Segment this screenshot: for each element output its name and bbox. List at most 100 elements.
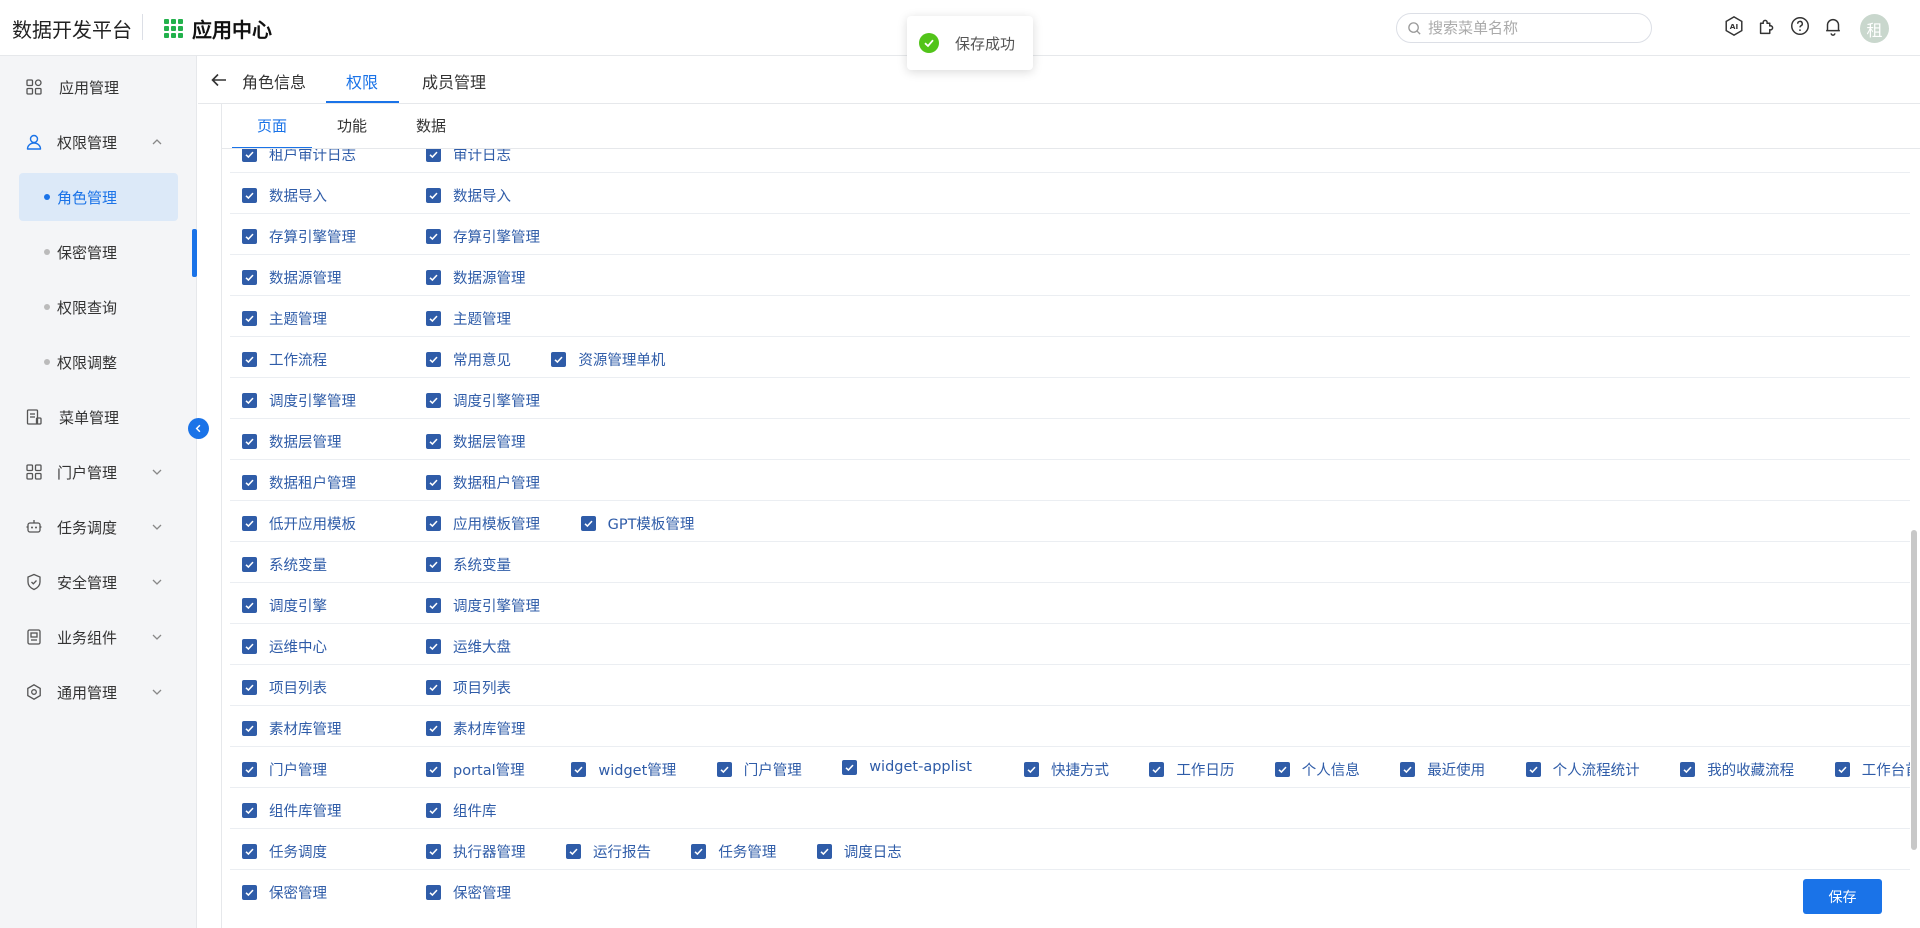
checkbox-checked-icon[interactable] (1149, 762, 1165, 777)
sidebar-item-portal-management[interactable]: 门户管理 (0, 452, 197, 492)
checkbox-checked-icon[interactable] (551, 352, 567, 367)
module-checkbox[interactable]: 主题管理 (242, 308, 327, 329)
tab-permissions[interactable]: 权限 (346, 69, 378, 93)
checkbox-checked-icon[interactable] (242, 270, 257, 285)
back-arrow-icon[interactable] (210, 71, 228, 89)
sidebar-item-menu-management[interactable]: 菜单管理 (0, 397, 197, 437)
checkbox-checked-icon[interactable] (242, 557, 257, 572)
page-checkbox[interactable]: 工作台首页 (1834, 759, 1910, 780)
checkbox-checked-icon[interactable] (242, 803, 257, 818)
page-checkbox[interactable]: 调度引擎管理 (426, 390, 540, 411)
page-checkbox[interactable]: 调度日志 (816, 841, 902, 862)
module-checkbox[interactable]: 任务调度 (242, 841, 327, 862)
checkbox-checked-icon[interactable] (691, 844, 707, 859)
checkbox-checked-icon[interactable] (242, 475, 257, 490)
checkbox-checked-icon[interactable] (426, 885, 441, 900)
page-checkbox[interactable]: 个人流程统计 (1525, 759, 1640, 780)
checkbox-checked-icon[interactable] (426, 270, 441, 285)
help-icon[interactable] (1788, 14, 1812, 38)
checkbox-checked-icon[interactable] (580, 516, 596, 531)
checkbox-checked-icon[interactable] (242, 393, 257, 408)
checkbox-checked-icon[interactable] (426, 229, 441, 244)
checkbox-checked-icon[interactable] (426, 721, 441, 736)
page-checkbox[interactable]: 任务管理 (691, 841, 776, 862)
subtab-functions[interactable]: 功能 (337, 115, 367, 136)
module-checkbox[interactable]: 低开应用模板 (242, 513, 356, 534)
module-checkbox[interactable]: 租户审计日志 (242, 149, 356, 165)
sidebar-collapse-button[interactable] (188, 418, 209, 439)
sidebar-item-task-scheduling[interactable]: 任务调度 (0, 507, 197, 547)
page-checkbox[interactable]: 最近使用 (1400, 759, 1485, 780)
sidebar-subitem-secrecy-management[interactable]: 保密管理 (19, 228, 178, 276)
page-checkbox[interactable]: 数据层管理 (426, 431, 526, 452)
module-checkbox[interactable]: 保密管理 (242, 882, 327, 902)
page-checkbox[interactable]: 项目列表 (426, 677, 511, 698)
checkbox-checked-icon[interactable] (426, 516, 441, 531)
checkbox-checked-icon[interactable] (242, 229, 257, 244)
page-checkbox[interactable]: 快捷方式 (1024, 759, 1109, 780)
module-checkbox[interactable]: 系统变量 (242, 554, 327, 575)
checkbox-checked-icon[interactable] (426, 557, 441, 572)
plugin-icon[interactable] (1755, 14, 1779, 38)
checkbox-checked-icon[interactable] (426, 188, 441, 203)
search-input[interactable] (1428, 19, 1628, 37)
checkbox-checked-icon[interactable] (242, 762, 257, 777)
checkbox-checked-icon[interactable] (426, 639, 441, 654)
checkbox-checked-icon[interactable] (242, 352, 257, 367)
checkbox-checked-icon[interactable] (426, 311, 441, 326)
module-checkbox[interactable]: 数据层管理 (242, 431, 342, 452)
page-checkbox[interactable]: 个人信息 (1274, 759, 1360, 780)
page-checkbox[interactable]: 审计日志 (426, 149, 511, 165)
checkbox-checked-icon[interactable] (571, 762, 587, 777)
page-checkbox[interactable]: GPT模板管理 (580, 513, 694, 534)
page-checkbox[interactable]: 我的收藏流程 (1680, 759, 1794, 780)
page-checkbox[interactable]: 主题管理 (426, 308, 511, 329)
user-avatar[interactable]: 租 (1860, 14, 1889, 43)
checkbox-checked-icon[interactable] (242, 598, 257, 613)
tab-member-management[interactable]: 成员管理 (422, 69, 486, 93)
module-checkbox[interactable]: 数据租户管理 (242, 472, 356, 493)
checkbox-checked-icon[interactable] (1024, 762, 1039, 777)
page-checkbox[interactable]: 存算引擎管理 (426, 226, 540, 247)
checkbox-checked-icon[interactable] (426, 803, 441, 818)
checkbox-checked-icon[interactable] (242, 844, 257, 859)
module-checkbox[interactable]: 素材库管理 (242, 718, 342, 739)
module-checkbox[interactable]: 存算引擎管理 (242, 226, 356, 247)
checkbox-checked-icon[interactable] (816, 844, 832, 859)
module-checkbox[interactable]: 调度引擎管理 (242, 390, 356, 411)
checkbox-checked-icon[interactable] (426, 475, 441, 490)
page-checkbox[interactable]: 数据导入 (426, 185, 511, 206)
module-checkbox[interactable]: 数据源管理 (242, 267, 342, 288)
module-checkbox[interactable]: 项目列表 (242, 677, 327, 698)
checkbox-checked-icon[interactable] (1400, 762, 1416, 777)
checkbox-checked-icon[interactable] (426, 434, 441, 449)
page-checkbox[interactable]: 运行报告 (566, 841, 651, 862)
page-checkbox[interactable]: 资源管理单机 (551, 349, 665, 370)
checkbox-checked-icon[interactable] (1680, 762, 1696, 777)
page-checkbox[interactable]: 组件库 (426, 800, 497, 821)
page-checkbox[interactable]: widget-applist (842, 759, 972, 775)
checkbox-checked-icon[interactable] (426, 149, 441, 162)
checkbox-checked-icon[interactable] (242, 680, 257, 695)
checkbox-checked-icon[interactable] (242, 639, 257, 654)
sidebar-subitem-permission-adjust[interactable]: 权限调整 (19, 338, 178, 386)
page-checkbox[interactable]: 素材库管理 (426, 718, 526, 739)
checkbox-checked-icon[interactable] (242, 434, 257, 449)
page-checkbox[interactable]: widget管理 (571, 759, 676, 780)
bell-icon[interactable] (1821, 14, 1845, 38)
module-checkbox[interactable]: 数据导入 (242, 185, 327, 206)
sidebar-subitem-permission-query[interactable]: 权限查询 (19, 283, 178, 331)
subtab-data[interactable]: 数据 (416, 115, 446, 136)
page-checkbox[interactable]: 常用意见 (426, 349, 511, 370)
page-checkbox[interactable]: 门户管理 (716, 759, 802, 780)
checkbox-checked-icon[interactable] (1525, 762, 1541, 777)
module-checkbox[interactable]: 门户管理 (242, 759, 327, 780)
checkbox-checked-icon[interactable] (426, 762, 441, 777)
page-checkbox[interactable]: 数据源管理 (426, 267, 526, 288)
menu-search-box[interactable] (1396, 13, 1652, 43)
checkbox-checked-icon[interactable] (242, 311, 257, 326)
checkbox-checked-icon[interactable] (1274, 762, 1290, 777)
checkbox-checked-icon[interactable] (426, 680, 441, 695)
sidebar-item-app-management[interactable]: 应用管理 (0, 67, 197, 107)
page-checkbox[interactable]: 系统变量 (426, 554, 511, 575)
